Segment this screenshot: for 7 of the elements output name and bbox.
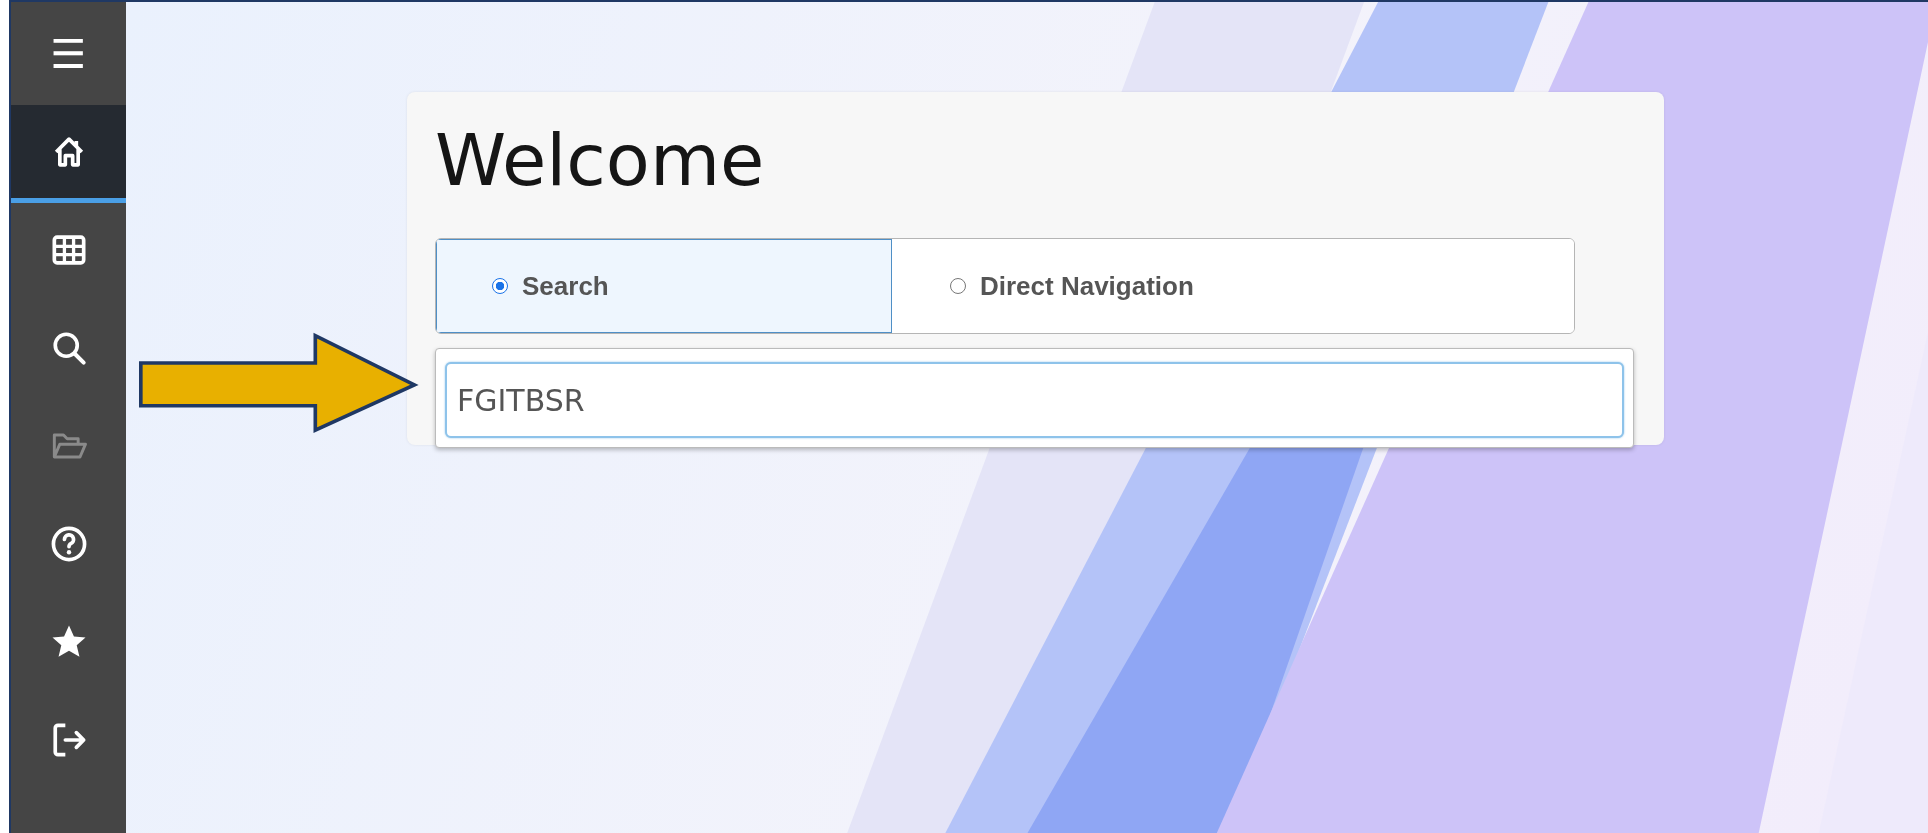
- page-title: Welcome: [434, 117, 765, 204]
- search-input[interactable]: FGITBSR: [445, 362, 1624, 438]
- radio-button[interactable]: [950, 278, 966, 294]
- radio-button[interactable]: [492, 278, 508, 294]
- menu-button[interactable]: ☰: [11, 2, 126, 105]
- radio-tab[interactable]: Search: [436, 239, 892, 333]
- sidebar-item[interactable]: [11, 105, 126, 203]
